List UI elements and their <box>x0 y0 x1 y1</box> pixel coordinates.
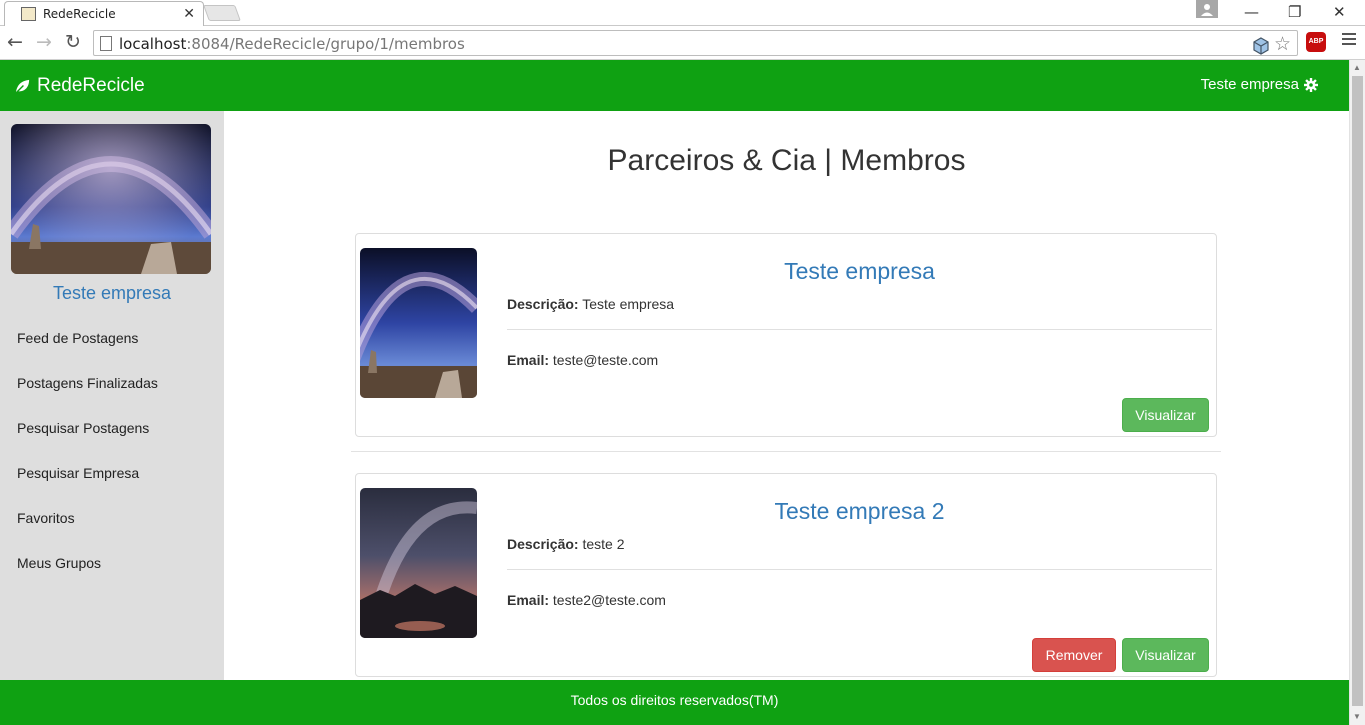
description-label: Descrição: <box>507 536 579 552</box>
description-label: Descrição: <box>507 296 579 312</box>
member-avatar <box>360 488 477 638</box>
scroll-up-icon[interactable]: ▲ <box>1353 63 1361 72</box>
member-card: Teste empresa 2 Descrição: teste 2 Email… <box>355 473 1217 677</box>
sidebar-item-favorites[interactable]: Favoritos <box>0 496 224 541</box>
page-scrollbar[interactable]: ▲ ▼ <box>1349 60 1365 725</box>
email-label: Email: <box>507 592 550 608</box>
view-button[interactable]: Visualizar <box>1122 638 1209 672</box>
adblock-icon[interactable]: ABP <box>1306 32 1326 52</box>
favicon-icon <box>21 7 36 21</box>
back-icon[interactable]: ← <box>7 31 23 53</box>
page-icon <box>100 36 112 51</box>
bookmark-star-icon[interactable]: ☆ <box>1274 33 1292 55</box>
sidebar-item-search-posts[interactable]: Pesquisar Postagens <box>0 406 224 451</box>
profile-avatar <box>11 124 211 274</box>
app-navbar: RedeRecicle Teste empresa <box>0 60 1349 111</box>
restore-icon[interactable]: ❐ <box>1288 3 1301 21</box>
remove-button[interactable]: Remover <box>1032 638 1116 672</box>
view-button[interactable]: Visualizar <box>1122 398 1209 432</box>
email-label: Email: <box>507 352 550 368</box>
profile-name-link[interactable]: Teste empresa <box>0 283 224 304</box>
description-value: Teste empresa <box>582 296 675 312</box>
forward-icon[interactable]: → <box>36 31 52 53</box>
sidebar: Teste empresa Feed de Postagens Postagen… <box>0 111 224 681</box>
member-email: Email: teste2@teste.com <box>507 592 666 608</box>
member-description: Descrição: Teste empresa <box>507 296 674 312</box>
description-value: teste 2 <box>582 536 625 552</box>
tab-close-icon[interactable]: ✕ <box>183 5 195 22</box>
sidebar-item-groups[interactable]: Meus Grupos <box>0 541 224 586</box>
email-value: teste2@teste.com <box>552 592 666 608</box>
new-tab-button[interactable] <box>203 5 241 21</box>
extension-cube-icon[interactable] <box>1252 37 1270 55</box>
card-divider <box>507 329 1212 330</box>
browser-menu-icon[interactable] <box>1342 33 1356 48</box>
profile-icon[interactable] <box>1196 0 1218 18</box>
member-email: Email: teste@teste.com <box>507 352 658 368</box>
user-menu[interactable]: Teste empresa <box>1201 76 1318 93</box>
url-text[interactable]: localhost:8084/RedeRecicle/grupo/1/membr… <box>119 35 465 53</box>
sidebar-item-finalized[interactable]: Postagens Finalizadas <box>0 361 224 406</box>
sidebar-item-feed[interactable]: Feed de Postagens <box>0 316 224 361</box>
scroll-down-icon[interactable]: ▼ <box>1353 712 1361 721</box>
email-value: teste@teste.com <box>552 352 659 368</box>
browser-tab[interactable]: RedeRecicle ✕ <box>4 1 204 26</box>
address-bar[interactable]: localhost:8084/RedeRecicle/grupo/1/membr… <box>93 30 1298 56</box>
user-menu-label: Teste empresa <box>1200 76 1299 93</box>
browser-tab-strip: RedeRecicle ✕ — ❐ ✕ <box>0 0 1365 26</box>
footer: Todos os direitos reservados(TM) <box>0 680 1349 725</box>
member-name-link[interactable]: Teste empresa <box>507 258 1212 285</box>
sidebar-item-search-company[interactable]: Pesquisar Empresa <box>0 451 224 496</box>
minimize-icon[interactable]: — <box>1244 3 1259 21</box>
section-divider <box>351 451 1221 452</box>
card-divider <box>507 569 1212 570</box>
browser-toolbar: ← → ↻ localhost:8084/RedeRecicle/grupo/1… <box>0 26 1365 60</box>
leaf-icon <box>14 79 30 95</box>
scroll-thumb[interactable] <box>1352 76 1363 706</box>
reload-icon[interactable]: ↻ <box>65 31 81 53</box>
brand-link[interactable]: RedeRecicle <box>14 75 145 97</box>
member-card: Teste empresa Descrição: Teste empresa E… <box>355 233 1217 437</box>
member-avatar <box>360 248 477 398</box>
member-description: Descrição: teste 2 <box>507 536 625 552</box>
tab-title: RedeRecicle <box>43 7 116 21</box>
brand-name: RedeRecicle <box>37 75 145 96</box>
sidebar-nav: Feed de Postagens Postagens Finalizadas … <box>0 316 224 586</box>
window-close-icon[interactable]: ✕ <box>1333 3 1346 21</box>
page-title: Parceiros & Cia | Membros <box>607 144 966 177</box>
main-content: Parceiros & Cia | Membros Teste empresa … <box>224 111 1349 681</box>
gear-icon <box>1304 77 1318 92</box>
member-name-link[interactable]: Teste empresa 2 <box>507 498 1212 525</box>
